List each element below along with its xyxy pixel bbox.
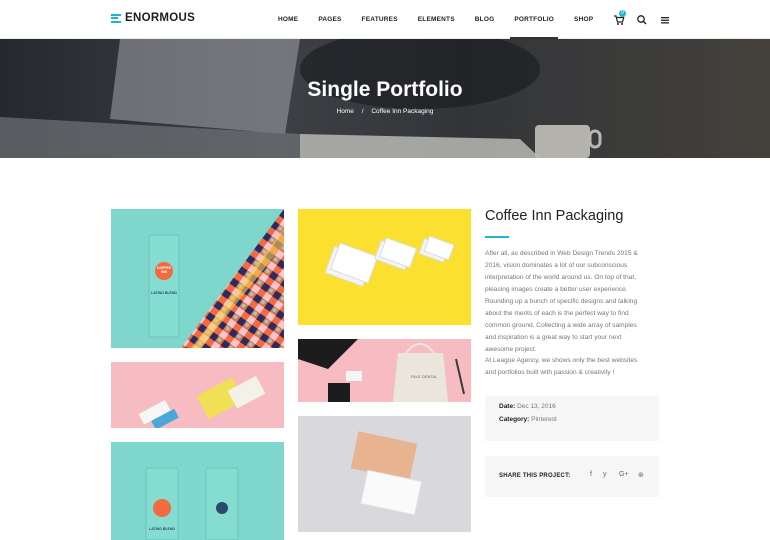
date-value: Dec 13, 2016 bbox=[517, 403, 556, 410]
nav-item-blog[interactable]: BLOG bbox=[465, 0, 505, 39]
breadcrumb-home[interactable]: Home bbox=[337, 108, 354, 115]
nav-item-pages[interactable]: PAGES bbox=[308, 0, 351, 39]
description-line: At League Agency, we shows only the best… bbox=[485, 357, 638, 364]
breadcrumb-separator: / bbox=[361, 108, 364, 115]
page-hero: Single Portfolio Home / Coffee Inn Packa… bbox=[0, 39, 770, 158]
meta-category: Category: Pinterest bbox=[499, 416, 557, 423]
description-line: Rounding up a bunch of specific designs … bbox=[485, 298, 638, 305]
description-line: about the merits of each is the perfect … bbox=[485, 310, 629, 317]
share-box: SHARE THIS PROJECT: f y G+ ⊛ bbox=[485, 456, 659, 497]
gallery-image-coffee-bag-pattern[interactable]: COFFEE INN LATINO BLEND bbox=[111, 209, 284, 348]
project-meta: Date: Dec 13, 2016 Category: Pinterest bbox=[485, 396, 659, 441]
title-underline bbox=[485, 236, 509, 238]
gallery-image-gold-card[interactable] bbox=[298, 416, 471, 532]
description-line: pleasing images create a better user exp… bbox=[485, 286, 628, 293]
gallery-image-pink-tote[interactable]: PALE DENTAL bbox=[298, 339, 471, 402]
facebook-icon[interactable]: f bbox=[590, 471, 592, 478]
project-description-2: At League Agency, we shows only the best… bbox=[485, 355, 660, 379]
page-title: Single Portfolio bbox=[307, 78, 463, 101]
gallery-image-yellow-cards[interactable] bbox=[298, 209, 471, 325]
pinterest-icon[interactable]: ⊛ bbox=[638, 471, 644, 479]
cart-badge: 0 bbox=[619, 10, 626, 17]
bag-blend-label-2: LATINO BLEND bbox=[149, 527, 175, 531]
nav-item-shop[interactable]: SHOP bbox=[564, 0, 603, 39]
gallery-image-two-coffee-bags[interactable]: LATINO BLEND bbox=[111, 442, 284, 540]
nav-item-portfolio[interactable]: PORTFOLIO bbox=[504, 0, 564, 39]
breadcrumb: Home / Coffee Inn Packaging bbox=[0, 108, 770, 115]
site-logo[interactable]: ENORMOUS bbox=[111, 12, 195, 24]
google-plus-icon[interactable]: G+ bbox=[619, 471, 629, 478]
description-line: 2016, vision dominates a lot of our subc… bbox=[485, 262, 628, 269]
category-value[interactable]: Pinterest bbox=[531, 416, 557, 423]
nav-item-features[interactable]: FEATURES bbox=[352, 0, 408, 39]
cart-icon[interactable]: 0 bbox=[613, 10, 626, 25]
project-description-1: After all, as described in Web Design Tr… bbox=[485, 248, 660, 356]
breadcrumb-current: Coffee Inn Packaging bbox=[371, 108, 434, 115]
search-icon[interactable] bbox=[636, 13, 648, 25]
twitter-icon[interactable]: y bbox=[603, 471, 607, 478]
meta-date: Date: Dec 13, 2016 bbox=[499, 403, 556, 410]
main-nav: HOME PAGES FEATURES ELEMENTS BLOG PORTFO… bbox=[268, 0, 603, 39]
description-line: interpretation of the world around us. O… bbox=[485, 274, 637, 281]
description-line: and inspiration is a great way to start … bbox=[485, 334, 622, 341]
bag-brand-line2: INN bbox=[160, 270, 168, 274]
site-header: ENORMOUS HOME PAGES FEATURES ELEMENTS BL… bbox=[0, 0, 770, 39]
category-label: Category: bbox=[499, 416, 530, 423]
logo-icon bbox=[111, 13, 121, 23]
share-label: SHARE THIS PROJECT: bbox=[499, 473, 571, 479]
date-label: Date: bbox=[499, 403, 516, 410]
nav-item-home[interactable]: HOME bbox=[268, 0, 308, 39]
nav-item-elements[interactable]: ELEMENTS bbox=[408, 0, 465, 39]
gallery-image-pink-cards[interactable] bbox=[111, 362, 284, 428]
project-title: Coffee Inn Packaging bbox=[485, 208, 624, 224]
bag-blend-label: LATINO BLEND bbox=[151, 291, 177, 295]
brand-name: ENORMOUS bbox=[125, 12, 196, 24]
menu-icon[interactable] bbox=[659, 13, 671, 25]
header-icons: 0 bbox=[613, 10, 671, 25]
description-line: common ground. Collecting a wide array o… bbox=[485, 322, 637, 329]
description-line: and portfolios built with passion & crea… bbox=[485, 369, 615, 376]
bag-brand-label: COFFEE INN bbox=[155, 266, 173, 274]
description-line: After all, as described in Web Design Tr… bbox=[485, 250, 638, 257]
tote-label: PALE DENTAL bbox=[411, 375, 438, 379]
